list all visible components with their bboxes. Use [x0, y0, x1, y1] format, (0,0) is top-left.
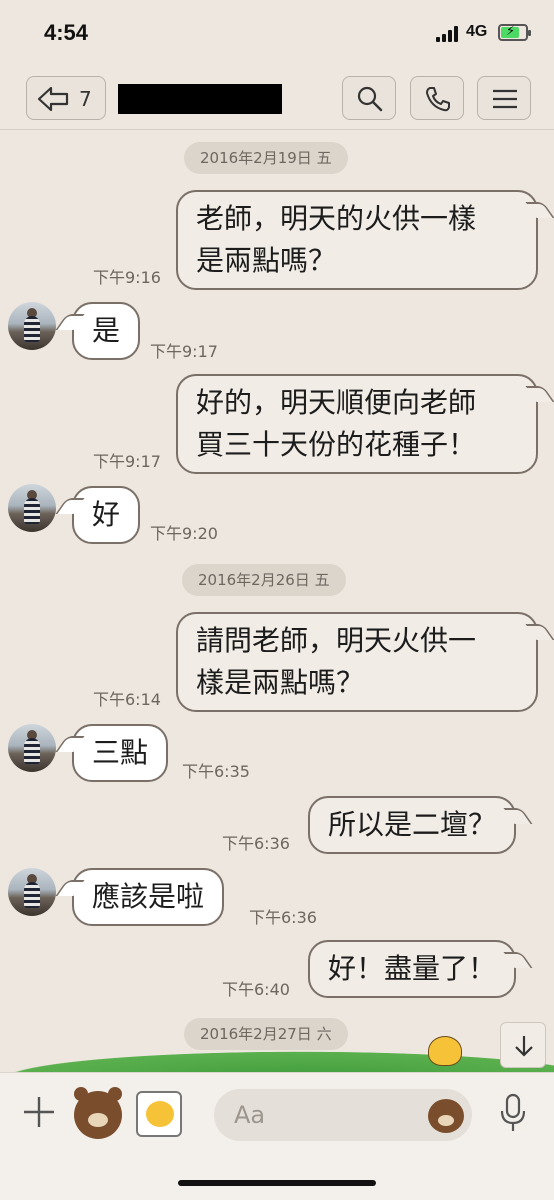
signal-icon	[436, 26, 460, 42]
message-bubble-outgoing[interactable]: 老師，明天的火供一樣 是兩點嗎？	[176, 190, 538, 290]
message-bubble-incoming[interactable]: 好	[72, 486, 141, 544]
message-text: 三點	[92, 736, 149, 769]
scroll-to-bottom-button[interactable]	[500, 1022, 546, 1068]
message-time: 下午6:40	[222, 980, 290, 999]
avatar[interactable]	[8, 868, 56, 916]
microphone-icon[interactable]	[498, 1093, 528, 1133]
message-bubble-outgoing[interactable]: 好的，明天順便向老師 買三十天份的花種子！	[176, 374, 538, 474]
home-indicator	[178, 1180, 376, 1186]
message-bubble-incoming[interactable]: 應該是啦	[72, 868, 225, 926]
avatar[interactable]	[8, 302, 56, 350]
message-bubble-outgoing[interactable]: 請問老師，明天火供一 樣是兩點嗎？	[176, 612, 538, 712]
message-text: 好	[92, 498, 121, 531]
menu-icon	[493, 89, 517, 109]
message-bubble-incoming[interactable]: 是	[72, 302, 141, 360]
phone-icon	[426, 87, 450, 112]
message-text: 請問老師，明天火供一	[196, 624, 477, 657]
unread-count: 7	[79, 87, 92, 111]
message-time: 下午6:36	[249, 908, 317, 927]
message-text: 是兩點嗎？	[196, 244, 337, 277]
message-text: 所以是二壇？	[328, 808, 497, 841]
sally-peek-icon	[428, 1036, 462, 1066]
date-separator: 2016年2月26日 五	[182, 564, 346, 596]
call-button[interactable]	[410, 76, 464, 120]
arrow-down-icon	[515, 1036, 533, 1057]
battery-icon: ⚡	[498, 24, 531, 41]
message-bubble-incoming[interactable]: 三點	[72, 724, 169, 782]
search-button[interactable]	[342, 76, 396, 120]
message-time: 下午9:20	[150, 524, 218, 543]
message-time: 下午6:36	[222, 834, 290, 853]
message-time: 下午9:17	[93, 452, 161, 471]
date-separator: 2016年2月19日 五	[184, 142, 348, 174]
message-text: 買三十天份的花種子！	[196, 428, 477, 461]
message-text: 好的，明天順便向老師	[196, 386, 477, 419]
plus-icon[interactable]	[22, 1095, 56, 1129]
network-type: 4G	[466, 23, 488, 40]
chat-header: 7	[0, 66, 554, 130]
message-text: 樣是兩點嗎？	[196, 666, 365, 699]
status-bar: 4:54 4G ⚡	[0, 0, 554, 66]
search-icon	[357, 86, 383, 112]
menu-button[interactable]	[477, 76, 531, 120]
message-time: 下午9:17	[150, 342, 218, 361]
back-button[interactable]: 7	[26, 76, 106, 120]
message-text: 應該是啦	[92, 880, 205, 913]
avatar[interactable]	[8, 484, 56, 532]
sticker-shop-icon[interactable]	[136, 1091, 182, 1137]
avatar[interactable]	[8, 724, 56, 772]
message-bubble-outgoing[interactable]: 所以是二壇？	[308, 796, 517, 854]
message-text: 是	[92, 314, 121, 347]
message-text: 好！盡量了！	[328, 952, 497, 985]
status-time: 4:54	[44, 20, 89, 45]
message-time: 下午6:35	[182, 762, 250, 781]
emoji-icon[interactable]	[428, 1099, 464, 1133]
message-bubble-outgoing[interactable]: 好！盡量了！	[308, 940, 517, 998]
back-arrow-icon	[37, 86, 69, 112]
message-text: 老師，明天的火供一樣	[196, 202, 477, 235]
message-time: 下午6:14	[93, 690, 161, 709]
sticker-icon[interactable]	[74, 1087, 122, 1139]
chat-title-redacted	[118, 84, 282, 114]
message-time: 下午9:16	[93, 268, 161, 287]
